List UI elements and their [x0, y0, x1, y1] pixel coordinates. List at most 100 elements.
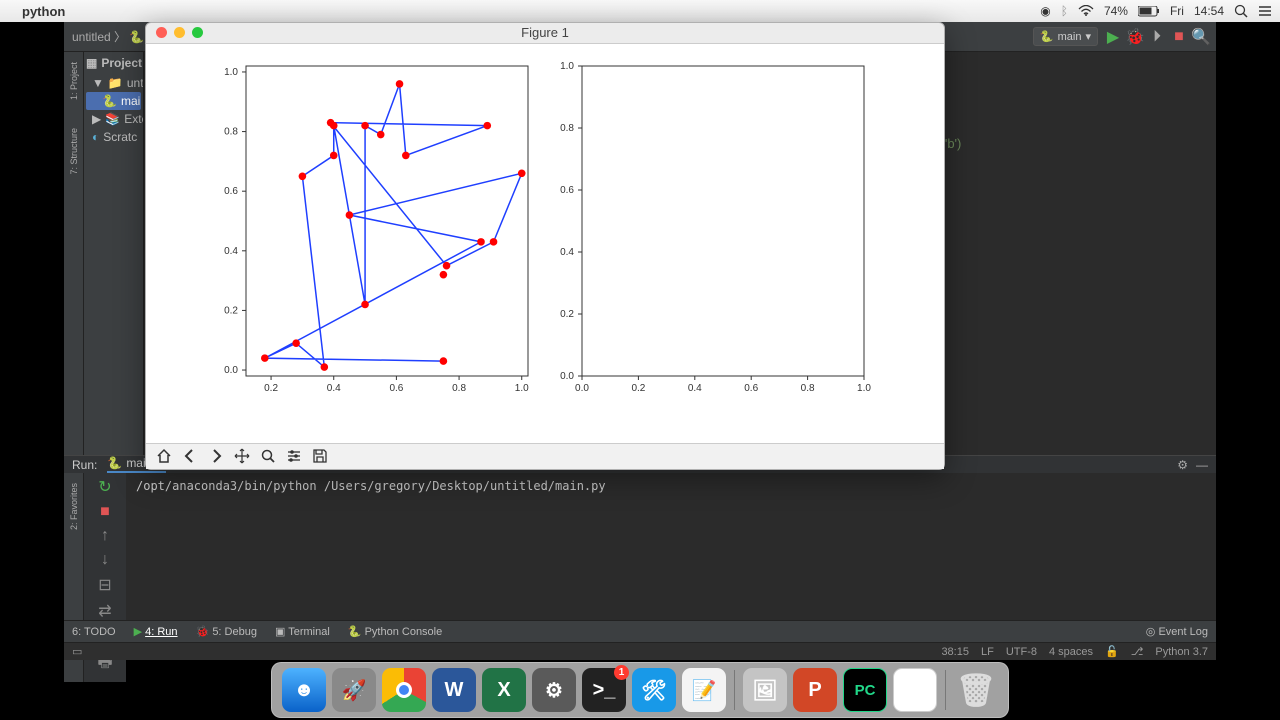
spotlight-icon[interactable] [1234, 4, 1248, 18]
menubar-time[interactable]: 14:54 [1194, 4, 1224, 18]
dock-excel-icon[interactable]: X [482, 668, 526, 712]
breadcrumb-project[interactable]: untitled [72, 30, 111, 44]
tab-run[interactable]: ▶ 4: Run [134, 625, 178, 638]
matplotlib-figure-window: Figure 1 0.2 0.4 0.6 0.8 1.0 0.0 0.2 0.4 0.6 0.8 1… [145, 22, 945, 470]
menu-icon[interactable] [1258, 5, 1272, 17]
dock-launchpad-icon[interactable]: 🚀 [332, 668, 376, 712]
svg-text:1.0: 1.0 [857, 383, 871, 394]
status-interpreter[interactable]: Python 3.7 [1155, 646, 1208, 658]
menubar-day[interactable]: Fri [1170, 4, 1184, 18]
svg-text:1.0: 1.0 [560, 61, 574, 72]
minimize-icon[interactable]: — [1196, 458, 1208, 472]
dock-word-icon[interactable]: W [432, 668, 476, 712]
home-icon[interactable] [152, 444, 176, 468]
softwrap-icon[interactable]: ⇄ [98, 601, 111, 621]
status-indent[interactable]: 4 spaces [1049, 646, 1093, 658]
terminal-badge: 1 [614, 665, 629, 680]
down-icon[interactable]: ↓ [101, 551, 109, 569]
svg-text:0.6: 0.6 [224, 186, 238, 197]
status-hint-icon[interactable]: ▭ [72, 645, 82, 658]
dock-powerpoint-icon[interactable]: P [793, 668, 837, 712]
dock-trash-icon[interactable]: 🗑 [954, 668, 998, 712]
stop-icon[interactable]: ■ [100, 503, 110, 521]
dock-chrome-icon[interactable] [382, 668, 426, 712]
run-tool-window: Run: 🐍main× ⚙ — 2: Favorites ↻ ■ ↑ ↓ ⊟ ⇄ [64, 455, 1216, 620]
svg-text:0.0: 0.0 [575, 383, 589, 394]
status-line-ending[interactable]: LF [981, 646, 994, 658]
battery-icon[interactable] [1138, 6, 1160, 17]
rerun-icon[interactable]: ↻ [98, 477, 111, 497]
dock-finder-icon[interactable]: ☻ [282, 668, 326, 712]
svg-text:0.8: 0.8 [801, 383, 815, 394]
battery-pct: 74% [1104, 4, 1128, 18]
layout-icon[interactable]: ⊟ [98, 575, 111, 595]
status-position[interactable]: 38:15 [941, 646, 969, 658]
svg-text:0.2: 0.2 [264, 383, 278, 394]
rail-project[interactable]: 1: Project [69, 58, 79, 104]
stop-button[interactable]: ■ [1172, 30, 1186, 44]
svg-text:0.0: 0.0 [224, 365, 238, 376]
folder-icon: ▦ [86, 56, 97, 70]
folder-icon: 📁 [108, 76, 123, 90]
svg-text:1.0: 1.0 [515, 383, 529, 394]
debug-button[interactable]: 🐞 [1128, 30, 1142, 44]
dock-file-icon[interactable] [893, 668, 937, 712]
scratches-icon: ◐ [92, 130, 99, 144]
status-encoding[interactable]: UTF-8 [1006, 646, 1037, 658]
figure-toolbar [146, 443, 944, 469]
tab-event-log[interactable]: ◎ Event Log [1146, 625, 1208, 638]
macos-menubar: python ◉ ᛒ 74% Fri 14:54 [0, 0, 1280, 22]
back-icon[interactable] [178, 444, 202, 468]
svg-text:0.8: 0.8 [452, 383, 466, 394]
svg-text:1.0: 1.0 [224, 67, 238, 78]
dock-settings-icon[interactable]: ⚙ [532, 668, 576, 712]
project-tree[interactable]: ▦Project ▼📁untitle 🐍mai ▶📚Extern ◐Scratc [84, 52, 144, 455]
svg-text:0.4: 0.4 [560, 247, 574, 258]
recording-icon[interactable]: ◉ [1040, 4, 1050, 18]
python-file-icon: 🐍 [102, 94, 117, 108]
save-icon[interactable] [308, 444, 332, 468]
up-icon[interactable]: ↑ [101, 527, 109, 545]
settings-icon[interactable]: ⚙ [1177, 458, 1188, 472]
svg-text:0.2: 0.2 [224, 305, 238, 316]
wifi-icon[interactable] [1078, 5, 1094, 17]
svg-text:0.4: 0.4 [688, 383, 702, 394]
svg-text:0.6: 0.6 [560, 185, 574, 196]
library-icon: 📚 [105, 112, 120, 126]
status-readonly-icon[interactable]: 🔓 [1105, 645, 1119, 658]
svg-text:0.2: 0.2 [560, 309, 574, 320]
forward-icon[interactable] [204, 444, 228, 468]
run-button[interactable]: ▶ [1106, 30, 1120, 44]
svg-text:0.4: 0.4 [224, 246, 238, 257]
run-label: Run: [72, 458, 97, 472]
search-everywhere-icon[interactable]: 🔍 [1194, 30, 1208, 44]
tab-debug[interactable]: 🐞 5: Debug [196, 625, 257, 638]
svg-text:0.2: 0.2 [631, 383, 645, 394]
svg-text:0.8: 0.8 [224, 126, 238, 137]
figure-canvas[interactable]: 0.2 0.4 0.6 0.8 1.0 0.0 0.2 0.4 0.6 0.8 1.0 0.0 0.2 0… [146, 44, 944, 443]
dock-textedit-icon[interactable]: 📝 [682, 668, 726, 712]
figure-titlebar: Figure 1 [146, 23, 944, 44]
dock-xcode-icon[interactable]: 🛠 [632, 668, 676, 712]
svg-text:0.6: 0.6 [389, 383, 403, 394]
dock-terminal-icon[interactable]: >_1 [582, 668, 626, 712]
dock-pycharm-icon[interactable]: PC [843, 668, 887, 712]
configure-subplots-icon[interactable] [282, 444, 306, 468]
pan-icon[interactable] [230, 444, 254, 468]
tab-python-console[interactable]: 🐍 Python Console [348, 625, 442, 638]
tab-terminal[interactable]: ▣ Terminal [275, 625, 330, 638]
coverage-button[interactable]: ⏵ [1150, 30, 1164, 44]
svg-text:0.6: 0.6 [744, 383, 758, 394]
svg-text:0.8: 0.8 [560, 123, 574, 134]
left-rail: 1: Project 7: Structure [64, 52, 84, 455]
run-config-select[interactable]: 🐍main▾ [1033, 27, 1098, 46]
bluetooth-icon[interactable]: ᛒ [1061, 4, 1068, 18]
macos-dock: ☻ 🚀 W X ⚙ >_1 🛠 📝 🖼 P PC 🗑 [271, 662, 1009, 718]
rail-structure[interactable]: 7: Structure [69, 124, 79, 179]
tab-todo[interactable]: 6: TODO [72, 626, 116, 638]
rail-favorites[interactable]: 2: Favorites [69, 479, 79, 534]
menubar-app[interactable]: python [22, 4, 65, 19]
zoom-icon[interactable] [256, 444, 280, 468]
dock-preview-icon[interactable]: 🖼 [743, 668, 787, 712]
status-git-icon[interactable]: ⎇ [1131, 645, 1144, 658]
